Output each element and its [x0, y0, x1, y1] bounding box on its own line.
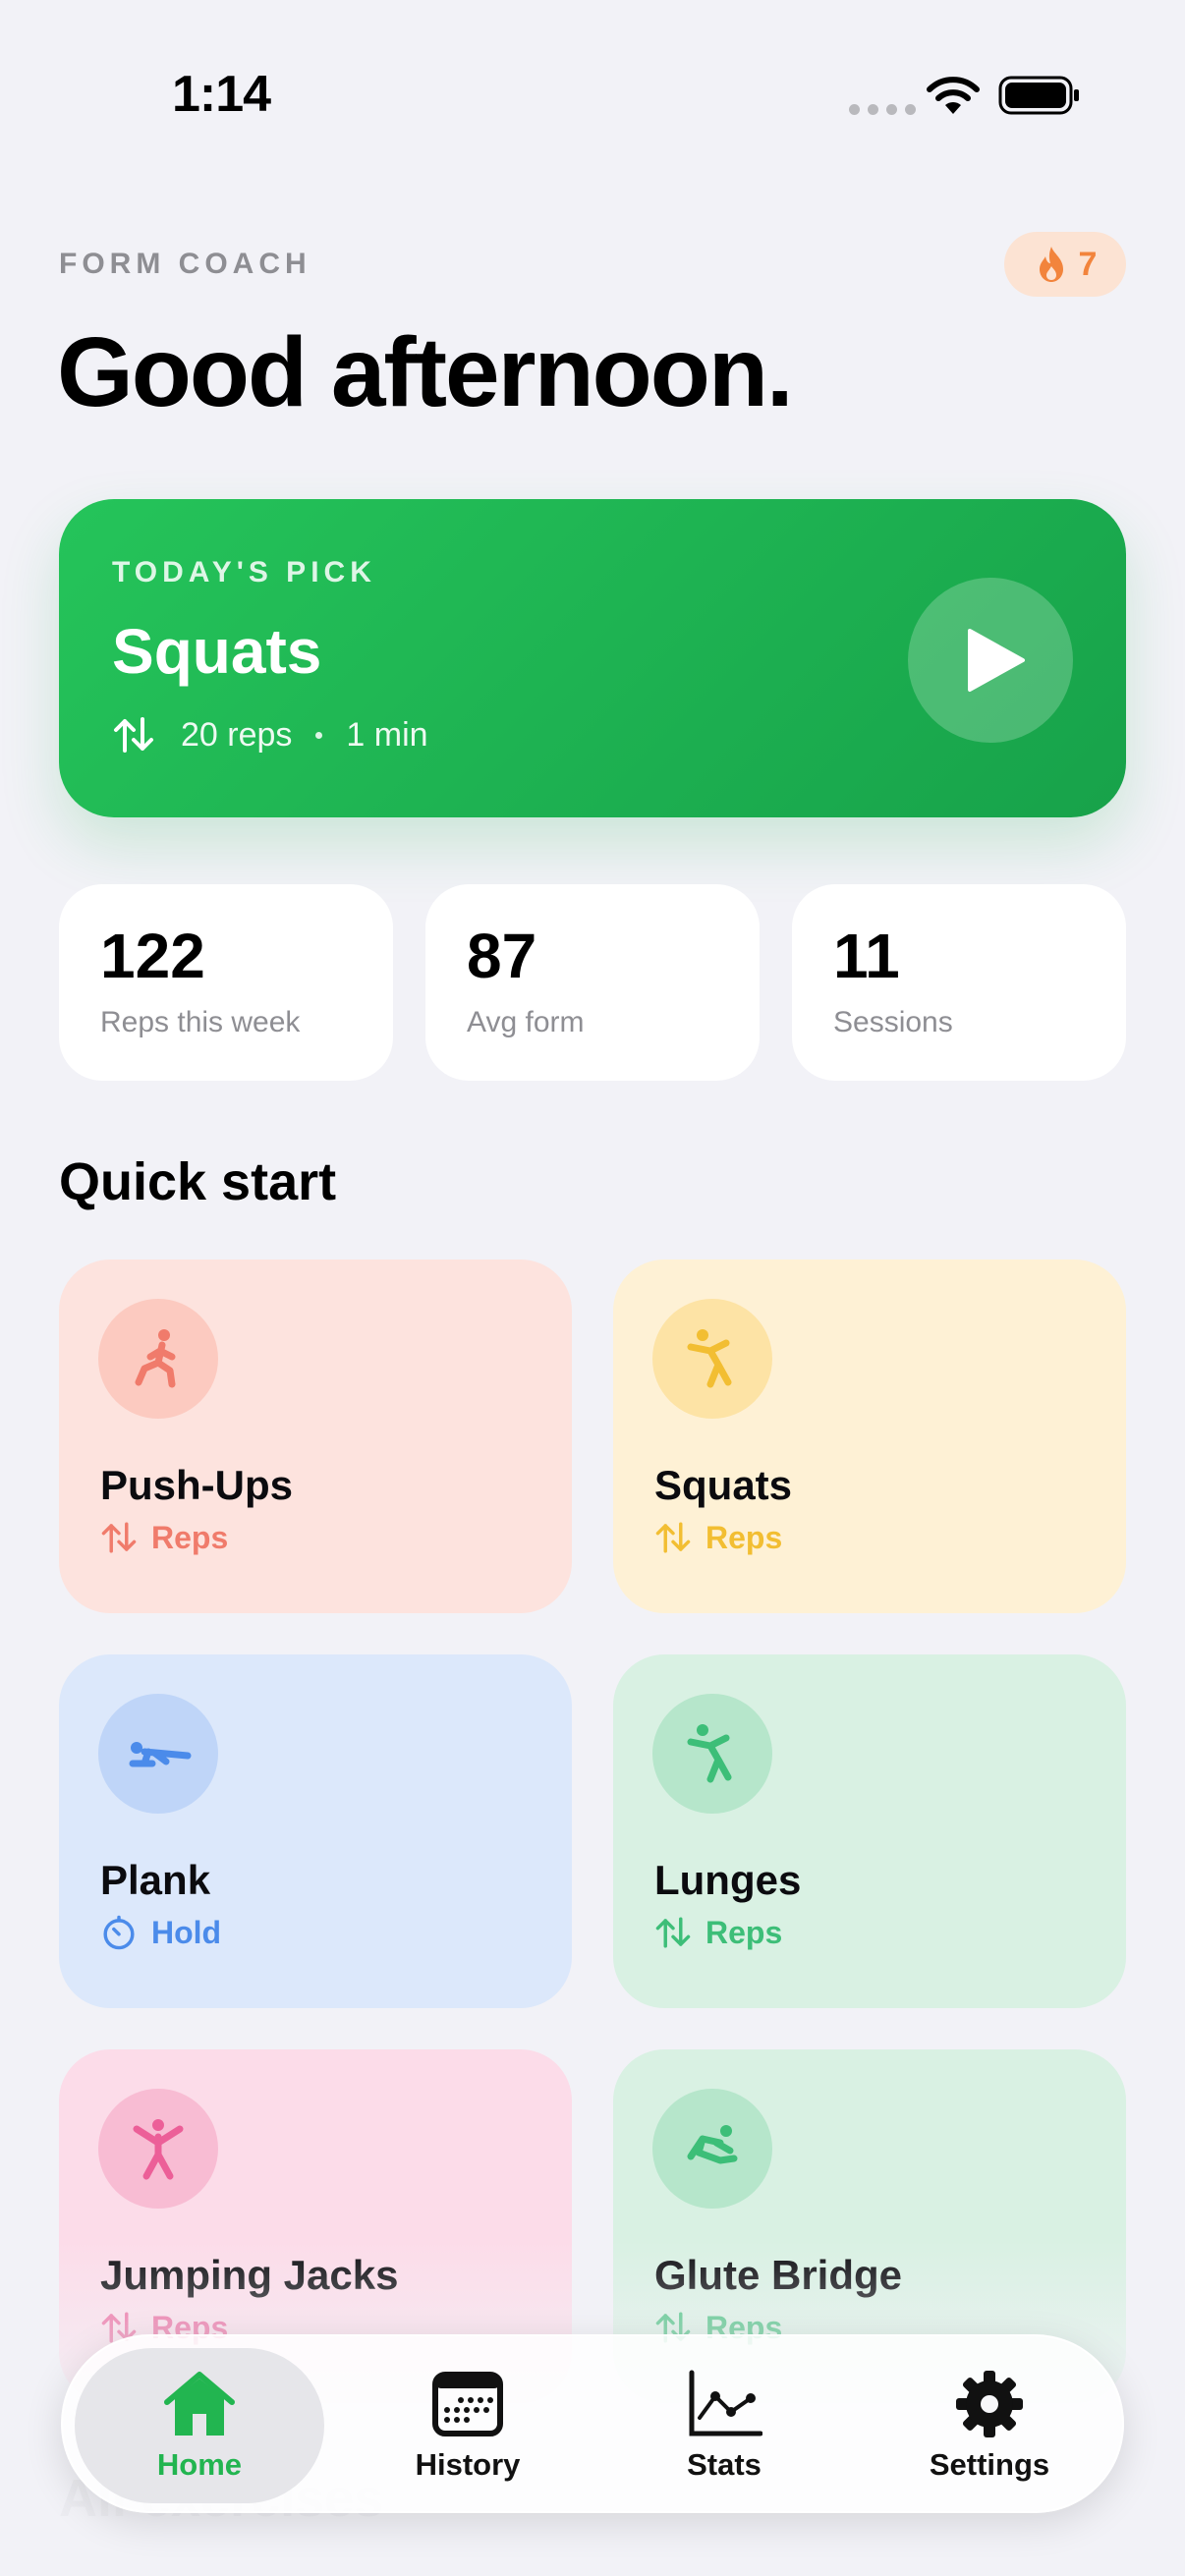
timer-icon [103, 1915, 135, 1950]
exercise-name: Plank [100, 1857, 211, 1903]
play-icon [968, 629, 1025, 692]
stat-label: Sessions [833, 1006, 953, 1038]
exercise-mode-label: Reps [705, 1519, 783, 1555]
exercise-card-push-ups[interactable]: Push-Ups Reps [59, 1260, 572, 1613]
stat-card-form: 87 Avg form [425, 884, 760, 1081]
stat-card-sessions: 11 Sessions [792, 884, 1126, 1081]
exercise-mode: Reps [654, 1914, 782, 1951]
exercise-card-plank[interactable]: Plank Hold [59, 1654, 572, 2008]
streak-count: 7 [1078, 245, 1098, 283]
exercise-card-squats[interactable]: Squats Reps [613, 1260, 1126, 1613]
flame-icon [1039, 247, 1063, 282]
tab-stats[interactable]: Stats [599, 2348, 849, 2503]
exercise-name: Lunges [654, 1857, 802, 1903]
up-down-arrows-icon [101, 1522, 137, 1553]
tab-settings[interactable]: Settings [865, 2348, 1114, 2503]
stat-label: Reps this week [100, 1006, 301, 1038]
stretch-figure-icon [687, 1724, 732, 1783]
up-down-arrows-icon [655, 1522, 691, 1553]
exercise-card-lunges[interactable]: Lunges Reps [613, 1654, 1126, 2008]
tab-home[interactable]: Home [75, 2348, 324, 2503]
stat-value: 11 [833, 921, 900, 991]
cellular-signal-icon [849, 104, 916, 115]
gear-icon [956, 2371, 1023, 2437]
up-down-arrows-icon [655, 1917, 691, 1948]
exercise-name: Squats [654, 1462, 793, 1508]
stretch-figure-icon [687, 1329, 732, 1388]
todays-pick-meta: 20 reps 1 min [112, 713, 428, 756]
lunge-figure-icon [135, 1329, 176, 1388]
stat-label: Avg form [467, 1006, 585, 1038]
exercise-icon-circle [652, 2089, 772, 2209]
exercise-icon-circle [98, 2089, 218, 2209]
tab-label: Home [156, 2447, 243, 2482]
battery-icon [998, 76, 1079, 115]
exercise-name: Jumping Jacks [100, 2252, 399, 2298]
todays-pick-reps: 20 reps [181, 715, 293, 754]
page-title: Good afternoon. [57, 317, 794, 427]
todays-pick-card[interactable]: TODAY'S PICK Squats 20 reps 1 min [59, 499, 1126, 817]
exercise-mode-label: Reps [151, 1519, 229, 1555]
bridge-figure-icon [687, 2125, 738, 2164]
streak-badge[interactable]: 7 [1004, 232, 1126, 297]
stat-value: 87 [467, 921, 537, 991]
quick-start-title: Quick start [59, 1152, 337, 1211]
tab-label: Stats [687, 2447, 762, 2482]
tab-label: Settings [929, 2447, 1050, 2482]
calendar-icon [432, 2372, 503, 2436]
stat-card-reps: 122 Reps this week [59, 884, 393, 1081]
app-eyebrow: FORM COACH [59, 248, 311, 280]
exercise-icon-circle [652, 1299, 772, 1419]
play-button[interactable] [908, 578, 1073, 743]
status-bar: 1:14 [0, 0, 1185, 167]
todays-pick-eyebrow: TODAY'S PICK [112, 556, 376, 588]
house-icon [164, 2372, 235, 2436]
todays-pick-title: Squats [112, 616, 322, 687]
exercise-mode: Hold [100, 1914, 221, 1951]
wifi-icon [927, 77, 980, 114]
tab-label: History [415, 2447, 521, 2482]
line-chart-icon [689, 2370, 762, 2436]
exercise-name: Push-Ups [100, 1462, 294, 1508]
exercise-mode-label: Reps [705, 1914, 783, 1950]
stat-value: 122 [100, 921, 205, 991]
exercise-mode-label: Hold [151, 1914, 222, 1950]
jumping-jack-figure-icon [133, 2119, 184, 2180]
status-time: 1:14 [172, 66, 271, 123]
exercise-mode: Reps [654, 1519, 782, 1556]
exercise-icon-circle [652, 1694, 772, 1814]
plank-figure-icon [129, 1742, 192, 1767]
exercise-mode: Reps [100, 1519, 228, 1556]
exercise-name: Glute Bridge [654, 2252, 903, 2298]
exercise-icon-circle [98, 1299, 218, 1419]
todays-pick-duration: 1 min [346, 715, 428, 754]
meta-separator [315, 731, 323, 739]
tab-bar: Home History Stats Settings [61, 2334, 1124, 2513]
exercise-icon-circle [98, 1694, 218, 1814]
tab-history[interactable]: History [343, 2348, 592, 2503]
up-down-arrows-icon [114, 717, 153, 753]
